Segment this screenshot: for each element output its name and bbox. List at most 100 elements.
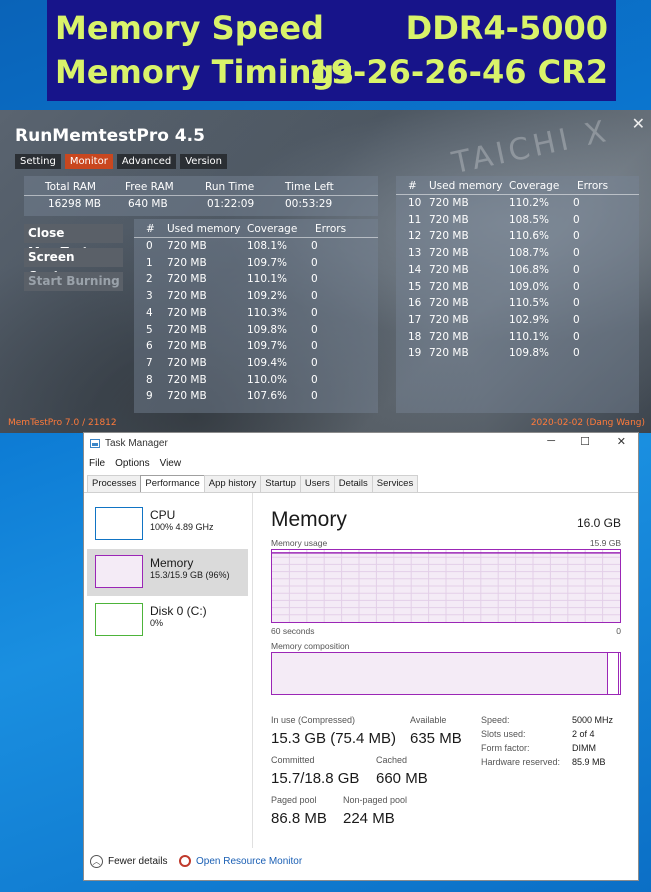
banner-speed-label: Memory Speed [55,9,324,47]
sidebar-item-cpu[interactable]: CPU 100% 4.89 GHz [87,501,248,548]
table-cell: 109.8% [247,323,288,336]
table-cell: 18 [408,330,422,343]
menu-options[interactable]: Options [115,458,149,469]
table-cell: 0 [573,197,580,209]
tab-monitor[interactable]: Monitor [64,154,113,169]
table-cell: 4 [146,306,153,319]
tab-advanced[interactable]: Advanced [116,154,177,169]
committed-label: Committed [271,755,315,765]
resource-monitor-icon [179,855,191,867]
table-cell: 720 MB [167,390,207,403]
sidebar-item-disk[interactable]: Disk 0 (C:) 0% [87,597,248,644]
menu-view[interactable]: View [160,458,182,469]
close-icon[interactable]: ✕ [617,435,626,448]
stat-run-time: 01:22:09 [207,198,255,210]
stat-header-time-left: Time Left [285,181,334,193]
tab-setting[interactable]: Setting [15,154,61,169]
table-header: Errors [315,223,347,235]
task-manager-icon [90,439,100,448]
table-cell: 720 MB [167,273,207,286]
table-cell: 109.8% [509,347,550,360]
table-cell: 720 MB [167,306,207,319]
table-cell: 0 [573,230,580,243]
table-cell: 0 [573,313,580,326]
table-header: Coverage [509,180,560,192]
in-use-value: 15.3 GB (75.4 MB) [271,730,397,747]
table-cell: 0 [573,263,580,276]
table-cell: 15 [408,280,422,293]
tab-version[interactable]: Version [180,154,228,169]
table-cell: 110.1% [247,273,288,286]
table-cell: 107.6% [247,390,288,403]
divider [252,493,253,848]
slots-used-value: 2 of 4 [572,729,595,739]
memory-usage-graph-plot [272,550,620,622]
banner-row-timings: Memory Timings 19-26-26-46 CR2 [55,50,608,94]
table-cell: 109.7% [247,256,288,269]
divider [396,194,639,195]
table-cell: 0 [311,256,318,269]
table-cell: 109.0% [509,280,550,293]
memory-thumbnail [95,555,143,588]
table-cell: 0 [311,340,318,353]
table-cell: 0 [573,280,580,293]
table-cell: 720 MB [167,240,207,252]
form-factor-label: Form factor: [481,743,530,753]
tab-details[interactable]: Details [333,475,373,492]
maximize-icon[interactable]: ☐ [580,435,590,448]
sidebar-item-detail: 15.3/15.9 GB (96%) [150,570,230,580]
form-factor-value: DIMM [572,743,596,753]
menu-file[interactable]: File [89,458,105,469]
tab-users[interactable]: Users [299,475,335,492]
table-cell: 720 MB [167,256,207,269]
table-cell: 9 [146,390,153,403]
minimize-icon[interactable]: ─ [547,435,555,447]
tab-performance[interactable]: Performance [140,475,205,492]
table-cell: 720 MB [429,197,469,209]
table-cell: 0 [573,347,580,360]
table-cell: 720 MB [429,280,469,293]
stat-header-run-time: Run Time [205,181,255,193]
in-use-label: In use (Compressed) [271,715,356,725]
open-resource-monitor-link[interactable]: Open Resource Monitor [179,855,302,867]
table-cell: 0 [311,356,318,369]
composition-in-use [272,653,608,694]
close-icon[interactable]: ✕ [632,114,645,133]
open-resource-monitor-label: Open Resource Monitor [196,855,303,867]
table-cell: 110.5% [509,297,550,310]
stat-free-ram: 640 MB [128,198,168,210]
table-cell: 110.3% [247,306,288,319]
tab-app-history[interactable]: App history [203,475,262,492]
divider [84,492,638,493]
fewer-details-button[interactable]: ︿ Fewer details [90,855,167,868]
memory-total: 16.0 GB [576,516,621,530]
benchmark-banner: Memory Speed DDR4-5000 Memory Timings 19… [47,0,616,101]
sidebar-item-label: Memory [150,556,194,570]
memtest-stats-panel: Total RAM Free RAM Run Time Time Left 16… [24,176,378,216]
tab-processes[interactable]: Processes [87,475,142,492]
table-cell: 12 [408,230,422,243]
sidebar-item-memory[interactable]: Memory 15.3/15.9 GB (96%) [87,549,248,596]
table-cell: 720 MB [167,340,207,353]
table-cell: 0 [311,290,318,303]
table-cell: 108.5% [509,213,550,226]
table-cell: 0 [311,306,318,319]
divider [24,195,378,196]
table-cell: 720 MB [429,313,469,326]
table-cell: 110.2% [509,197,550,209]
table-cell: 0 [573,330,580,343]
tab-services[interactable]: Services [371,475,419,492]
table-cell: 2 [146,273,153,286]
tab-startup[interactable]: Startup [260,475,301,492]
stat-time-left: 00:53:29 [285,198,333,210]
table-cell: 720 MB [429,347,469,360]
threads-table-right: # Used memory Coverage Errors 10 720 MB 110.2%… [396,176,639,413]
screen-capture-button[interactable]: Screen Capture [24,248,123,283]
close-memtest-button[interactable]: Close MemTest [24,224,123,259]
graph-axis-left: 60 seconds [271,626,315,636]
table-cell: 10 [408,197,422,209]
table-cell: 0 [573,247,580,260]
table-header: # [146,223,155,235]
nonpaged-pool-label: Non-paged pool [343,795,408,805]
table-cell: 11 [408,213,422,226]
